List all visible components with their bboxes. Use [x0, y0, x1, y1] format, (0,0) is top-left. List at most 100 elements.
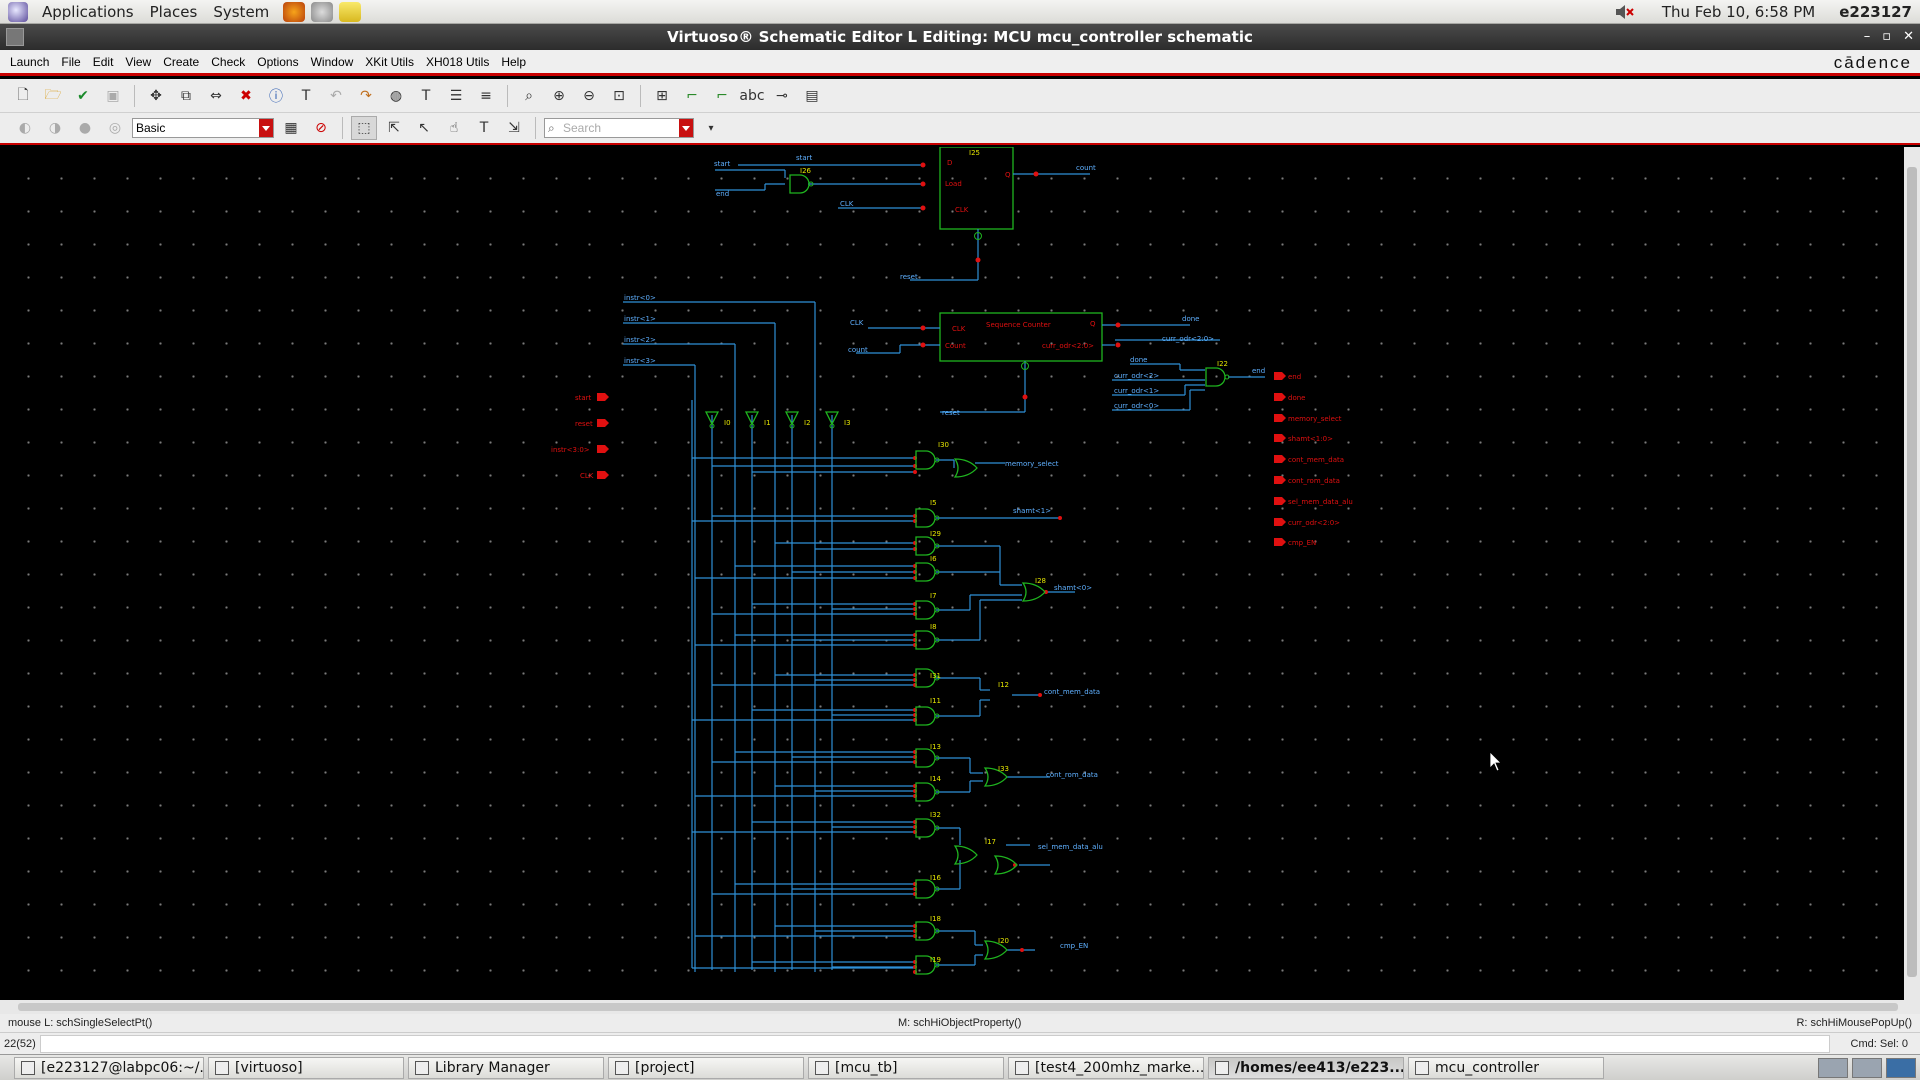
menu-options[interactable]: Options [251, 50, 304, 74]
library-icon [415, 1060, 429, 1075]
task-homes[interactable]: /homes/ee413/e223... [1208, 1056, 1404, 1079]
menu-create[interactable]: Create [157, 50, 205, 74]
refresh-icon[interactable]: ◎ [102, 116, 128, 140]
maximize-button[interactable]: ▫ [1882, 24, 1891, 50]
instance-label: I8 [930, 623, 937, 631]
toolbar-separator [640, 84, 641, 107]
check-save-icon[interactable]: ✔ [70, 84, 96, 108]
decoder-logic[interactable]: I30 memory_select I5 shamt<1> I29 I6 I28… [691, 400, 1103, 975]
net-label: curr_odr<0> [1114, 402, 1159, 410]
menu-file[interactable]: File [55, 50, 86, 74]
window-menu-icon[interactable] [6, 28, 24, 46]
undo-icon[interactable]: ↶ [323, 84, 349, 108]
menu-launch[interactable]: Launch [0, 50, 55, 74]
chevron-down-icon[interactable] [679, 119, 693, 137]
label-icon[interactable]: T [293, 84, 319, 108]
chevron-down-icon[interactable] [259, 119, 273, 137]
close-button[interactable]: ✕ [1903, 24, 1914, 50]
end-and-gate[interactable]: I22 done curr_odr<2> curr_odr<1> curr_od… [1112, 356, 1265, 411]
pin-icon[interactable]: ⊸ [769, 84, 795, 108]
properties-icon[interactable]: ⓘ [263, 84, 289, 108]
select-icon[interactable]: ◍ [383, 84, 409, 108]
register-block[interactable]: D Load CLK Q I25 I26 start start end CLK… [714, 147, 1096, 281]
new-icon[interactable]: 🗋 [10, 84, 36, 108]
save-icon[interactable]: ▣ [100, 84, 126, 108]
firefox-icon[interactable] [283, 1, 306, 22]
menu-edit[interactable]: Edit [87, 50, 120, 74]
svg-text:D: D [947, 159, 952, 167]
wire-name-icon[interactable]: abc [739, 84, 765, 108]
user-name[interactable]: e223127 [1831, 3, 1920, 21]
stretch-icon[interactable]: ⇔ [203, 84, 229, 108]
menu-xh018-utils[interactable]: XH018 Utils [420, 50, 495, 74]
pin-label: instr<3:0> [551, 446, 590, 454]
zoom-fit-icon[interactable]: ⌕ [516, 84, 542, 108]
vertical-scrollbar[interactable] [1904, 147, 1920, 1000]
menu-help[interactable]: Help [495, 50, 532, 74]
output-pins[interactable]: end done memory_select shamt<1:0> cont_m… [1274, 372, 1353, 547]
text-icon[interactable]: T [413, 84, 439, 108]
open-icon[interactable]: 🗁 [40, 84, 66, 108]
menu-applications[interactable]: Applications [34, 0, 142, 24]
stop-icon[interactable]: ● [72, 116, 98, 140]
instance-icon[interactable]: ⊞ [649, 84, 675, 108]
mouse-left-binding: mouse L: schSingleSelectPt() [8, 1017, 153, 1029]
command-input[interactable] [40, 1035, 1830, 1053]
schematic-canvas[interactable]: D Load CLK Q I25 I26 start start end CLK… [0, 147, 1904, 1000]
notes-icon[interactable] [339, 1, 362, 22]
zoom-in-icon[interactable]: ⊕ [546, 84, 572, 108]
task-mcu-tb[interactable]: [mcu_tb] [808, 1056, 1004, 1079]
search-options-icon[interactable]: ▾ [698, 116, 724, 140]
area-select-icon[interactable]: ⇱ [381, 116, 407, 140]
network-icon[interactable] [311, 1, 334, 22]
distribute-icon[interactable]: ≡ [473, 84, 499, 108]
menu-system[interactable]: System [205, 0, 277, 24]
delete-icon[interactable]: ✖ [233, 84, 259, 108]
move-icon[interactable]: ✥ [143, 84, 169, 108]
redo-icon[interactable]: ↷ [353, 84, 379, 108]
instruction-bus[interactable]: instr<0> instr<1> instr<2> instr<3> I0 I… [623, 294, 851, 972]
applications-icon[interactable] [8, 1, 28, 22]
input-pins[interactable]: start reset instr<3:0> CLK [551, 393, 609, 480]
volume-muted-icon[interactable] [1614, 4, 1634, 20]
wire-icon[interactable]: ⌐ [679, 84, 705, 108]
scroll-thumb[interactable] [18, 1003, 1898, 1011]
copy-icon[interactable]: ⧉ [173, 84, 199, 108]
netlist-icon[interactable]: ▤ [799, 84, 825, 108]
back-icon[interactable]: ◐ [12, 116, 38, 140]
workspace-save-icon[interactable]: ▦ [278, 116, 304, 140]
scroll-thumb[interactable] [1907, 167, 1917, 977]
hand-icon[interactable]: ☝ [441, 116, 467, 140]
menu-window[interactable]: Window [305, 50, 360, 74]
minimize-button[interactable]: – [1864, 24, 1871, 50]
clock[interactable]: Thu Feb 10, 6:58 PM [1634, 3, 1831, 21]
text-select-icon[interactable]: T [471, 116, 497, 140]
instance-label: I20 [998, 937, 1009, 945]
task-project[interactable]: [project] [608, 1056, 804, 1079]
task-test4[interactable]: [test4_200mhz_marke... [1008, 1056, 1204, 1079]
workspace-load-icon[interactable]: ⊘ [308, 116, 334, 140]
task-virtuoso[interactable]: [virtuoso] [208, 1056, 404, 1079]
search-field[interactable]: ⌕ Search [544, 118, 694, 138]
task-terminal[interactable]: [e223127@labpc06:~/... [14, 1056, 204, 1079]
menu-check[interactable]: Check [205, 50, 251, 74]
workspace-2[interactable] [1852, 1058, 1882, 1078]
wire-wide-icon[interactable]: ⌐ [709, 84, 735, 108]
forward-icon[interactable]: ◑ [42, 116, 68, 140]
workspace-1[interactable] [1818, 1058, 1848, 1078]
task-mcu-controller[interactable]: mcu_controller [1408, 1056, 1604, 1079]
filter-select[interactable]: Basic [132, 118, 274, 138]
zoom-out-icon[interactable]: ⊖ [576, 84, 602, 108]
task-library-manager[interactable]: Library Manager [408, 1056, 604, 1079]
pointer-icon[interactable]: ↖ [411, 116, 437, 140]
menu-view[interactable]: View [119, 50, 157, 74]
zoom-box-icon[interactable]: ⊡ [606, 84, 632, 108]
workspace-3[interactable] [1886, 1058, 1916, 1078]
horizontal-scrollbar[interactable] [0, 1000, 1920, 1014]
menu-xkit-utils[interactable]: XKit Utils [359, 50, 420, 74]
descend-icon[interactable]: ⇲ [501, 116, 527, 140]
sequence-counter-block[interactable]: Sequence Counter CLK Count Q curr_odr<2:… [848, 312, 1220, 417]
align-icon[interactable]: ☰ [443, 84, 469, 108]
select-mode-icon[interactable]: ⬚ [351, 116, 377, 140]
menu-places[interactable]: Places [142, 0, 206, 24]
